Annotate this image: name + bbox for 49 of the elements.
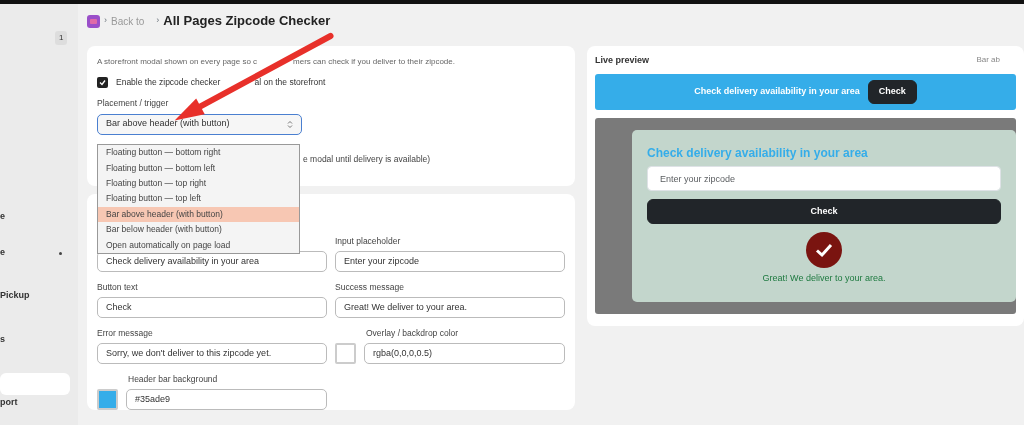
checkbox-label: al on the storefront: [254, 76, 326, 89]
sidebar-item[interactable]: e: [0, 210, 5, 224]
sidebar-item[interactable]: s: [0, 333, 5, 347]
breadcrumb-separator: ›: [104, 14, 107, 28]
dropdown-option[interactable]: Floating button — bottom left: [98, 160, 299, 176]
modal-title: Check delivery availability in your area: [647, 145, 869, 162]
field-label: Header bar background: [128, 373, 218, 386]
text-input[interactable]: rgba(0,0,0,0.5): [364, 343, 565, 364]
checkbox-label: Enable the zipcode checker: [116, 76, 221, 89]
text-input[interactable]: Great! We deliver to your area.: [335, 297, 565, 318]
page-title: All Pages Zipcode Checker: [163, 12, 331, 31]
field-label: Button text: [97, 281, 138, 294]
dropdown-option[interactable]: Floating button — top left: [98, 191, 299, 207]
color-swatch[interactable]: [97, 389, 118, 410]
check-button[interactable]: Check: [647, 199, 1001, 224]
field-label: Error message: [97, 327, 153, 340]
color-swatch[interactable]: [335, 343, 356, 364]
description-text: mers can check if you deliver to their zipcode.: [293, 56, 455, 68]
preview-title: Live preview: [595, 54, 650, 67]
dropdown-option[interactable]: Floating button — top right: [98, 175, 299, 192]
placement-select[interactable]: Bar above header (with button): [97, 113, 302, 135]
field-label: Overlay / backdrop color: [366, 327, 459, 340]
count-badge: 1: [55, 31, 68, 45]
enable-checkbox[interactable]: [97, 76, 108, 88]
success-message: Great! We deliver to your area.: [762, 272, 886, 285]
check-button[interactable]: Check: [867, 80, 917, 104]
field-label: Input placeholder: [335, 235, 401, 248]
description-text: A storefront modal shown on every page so c: [97, 56, 258, 68]
checkmark-circle-icon: [806, 232, 842, 268]
option-text: e modal until delivery is available): [303, 152, 432, 166]
mode-label: Bar ab: [976, 54, 1000, 66]
dropdown-option[interactable]: Bar above header (with button): [98, 206, 299, 222]
text-input[interactable]: Enter your zipcode: [335, 251, 565, 272]
bar-text: Check delivery availability in your area: [694, 85, 860, 99]
dropdown-option[interactable]: Bar below header (with button): [98, 221, 299, 238]
sidebar-item[interactable]: Pickup: [0, 289, 30, 303]
chevron-icon: [287, 119, 293, 129]
dropdown-option[interactable]: Floating button — bottom right: [98, 145, 299, 161]
zipcode-input[interactable]: Enter your zipcode: [647, 166, 1001, 191]
text-input[interactable]: Check: [97, 297, 327, 318]
field-label: Success message: [335, 281, 404, 294]
field-label: Placement / trigger: [97, 96, 170, 110]
dropdown-option[interactable]: Open automatically on page load: [98, 237, 299, 253]
app-logo-icon: [87, 14, 100, 28]
text-input[interactable]: #35ade9: [126, 389, 327, 410]
text-input[interactable]: Sorry, we don't deliver to this zipcode yet.: [97, 343, 327, 364]
sidebar-item[interactable]: port: [0, 396, 18, 410]
breadcrumb-separator: ›: [156, 14, 160, 28]
sidebar-item[interactable]: e: [0, 246, 5, 260]
